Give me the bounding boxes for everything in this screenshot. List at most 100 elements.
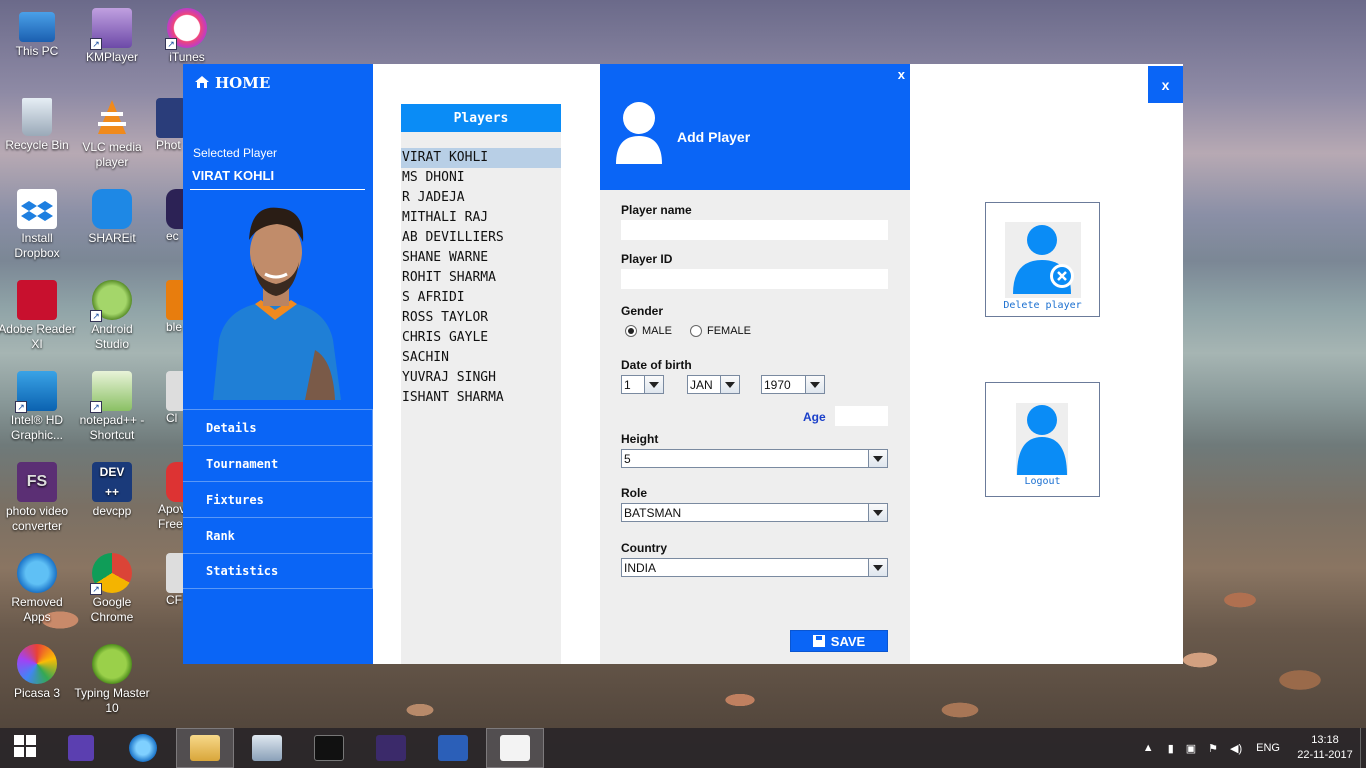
player-item[interactable]: SHANE WARNE: [401, 248, 561, 268]
desktop-icon-kmplayer[interactable]: ↗ KMPlayer: [73, 8, 151, 65]
language-indicator[interactable]: ENG: [1256, 742, 1280, 754]
player-id-label: Player ID: [621, 252, 673, 266]
taskbar-ie[interactable]: [114, 728, 172, 768]
chevron-up-icon[interactable]: ▲: [1143, 742, 1154, 754]
volume-icon[interactable]: ◀): [1230, 742, 1242, 755]
desktop-icon-adobe-reader[interactable]: Adobe Reader XI: [0, 280, 76, 352]
player-id-input[interactable]: [621, 269, 888, 289]
desktop-icon-typing-master[interactable]: Typing Master 10: [73, 644, 151, 716]
desktop-icon-devcpp[interactable]: DEV ++ devcpp: [73, 462, 151, 519]
clock[interactable]: 13:18 22-11-2017: [1290, 733, 1360, 763]
devcpp-icon: DEV ++: [92, 462, 132, 502]
battery-icon[interactable]: ▮: [1168, 742, 1174, 755]
nav-tournament[interactable]: Tournament: [183, 445, 373, 481]
taskbar-resource-monitor[interactable]: [238, 728, 296, 768]
user-avatar-icon: [614, 100, 664, 164]
desktop-icon-notepadpp[interactable]: ↗ notepad++ - Shortcut: [73, 371, 151, 443]
divider: [190, 189, 365, 190]
windows-logo-icon: [13, 734, 37, 763]
desktop-icon-itunes[interactable]: ↗ iTunes: [148, 8, 226, 65]
show-desktop[interactable]: [1360, 728, 1366, 768]
role-select[interactable]: BATSMAN: [621, 503, 888, 522]
java-icon: [500, 735, 530, 761]
taskbar-word[interactable]: [424, 728, 482, 768]
floppy-disk-icon: [812, 635, 825, 647]
dropbox-icon: [17, 189, 57, 229]
player-item[interactable]: ROSS TAYLOR: [401, 308, 561, 328]
player-name-input[interactable]: [621, 220, 888, 240]
player-item[interactable]: MS DHONI: [401, 168, 561, 188]
folder-icon: [190, 735, 220, 761]
player-list[interactable]: VIRAT KOHLI MS DHONI R JADEJA MITHALI RA…: [401, 148, 561, 408]
network-icon[interactable]: ▣: [1186, 742, 1196, 755]
chevron-down-icon: [720, 376, 739, 393]
taskbar-java[interactable]: [486, 728, 544, 768]
logout-user-icon: [1016, 403, 1068, 475]
chevron-down-icon: [868, 504, 887, 521]
dob-day-select[interactable]: 1: [621, 375, 664, 394]
taskbar-file-explorer[interactable]: [176, 728, 234, 768]
nav-details[interactable]: Details: [183, 409, 373, 445]
word-icon: [438, 735, 468, 761]
desktop-icon-picasa[interactable]: Picasa 3: [0, 644, 76, 701]
desktop-icon-partial[interactable]: Apov Free: [158, 462, 186, 532]
desktop-icon-shareit[interactable]: SHAREit: [73, 189, 151, 246]
player-item[interactable]: YUVRAJ SINGH: [401, 368, 561, 388]
taskbar-settings[interactable]: [52, 728, 110, 768]
desktop-icon-partial[interactable]: Phot: [156, 98, 186, 153]
role-label: Role: [621, 486, 648, 500]
desktop-icon-photo-video-converter[interactable]: FS photo video converter: [0, 462, 76, 534]
dob-year-select[interactable]: 1970: [761, 375, 825, 394]
add-player-title: Add Player: [677, 129, 751, 145]
desktop-icon-this-pc[interactable]: This PC: [0, 8, 76, 59]
window-close-button[interactable]: x: [1148, 66, 1183, 103]
panel-close-button[interactable]: x: [898, 67, 905, 82]
nav-rank[interactable]: Rank: [183, 517, 373, 553]
player-item[interactable]: ISHANT SHARMA: [401, 388, 561, 408]
player-item[interactable]: VIRAT KOHLI: [401, 148, 561, 168]
eclipse-icon: [376, 735, 406, 761]
desktop-icon-android-studio[interactable]: ↗ Android Studio: [73, 280, 151, 352]
country-select[interactable]: INDIA: [621, 558, 888, 577]
vlc-icon: [92, 98, 132, 138]
players-header: Players: [401, 104, 561, 132]
home-button[interactable]: HOME: [195, 74, 270, 92]
sidebar: HOME Selected Player VIRAT KOHLI Details…: [183, 64, 373, 664]
mysql-icon: [314, 735, 344, 761]
save-button[interactable]: SAVE: [790, 630, 888, 652]
gender-female-radio[interactable]: FEMALE: [690, 325, 751, 337]
desktop-icon-google-chrome[interactable]: ↗ Google Chrome: [73, 553, 151, 625]
player-item[interactable]: R JADEJA: [401, 188, 561, 208]
desktop-icon-install-dropbox[interactable]: Install Dropbox: [0, 189, 76, 261]
player-item[interactable]: SACHIN: [401, 348, 561, 368]
height-label: Height: [621, 432, 659, 446]
nav-statistics[interactable]: Statistics: [183, 553, 373, 589]
android-studio-icon: ↗: [90, 280, 132, 322]
taskbar: ▲ ▮ ▣ ⚑ ◀) ENG 13:18 22-11-2017: [0, 728, 1366, 768]
player-item[interactable]: AB DEVILLIERS: [401, 228, 561, 248]
age-input[interactable]: [835, 406, 888, 426]
desktop-icon-intel-graphics[interactable]: ↗ Intel® HD Graphic...: [0, 371, 76, 443]
nav-fixtures[interactable]: Fixtures: [183, 481, 373, 517]
taskbar-java-ee-ide[interactable]: [362, 728, 420, 768]
action-center-icon[interactable]: ⚑: [1208, 742, 1218, 755]
chrome-icon: ↗: [90, 553, 132, 595]
player-item[interactable]: MITHALI RAJ: [401, 208, 561, 228]
delete-player-button[interactable]: Delete player: [985, 202, 1100, 317]
desktop-icon-vlc[interactable]: VLC media player: [73, 98, 151, 170]
player-item[interactable]: S AFRIDI: [401, 288, 561, 308]
desktop-icon-recycle-bin[interactable]: Recycle Bin: [0, 98, 76, 153]
desktop-icon-removed-apps[interactable]: Removed Apps: [0, 553, 76, 625]
radio-dot: [690, 325, 702, 337]
player-item[interactable]: ROHIT SHARMA: [401, 268, 561, 288]
height-select[interactable]: 5: [621, 449, 888, 468]
taskbar-mysql[interactable]: [300, 728, 358, 768]
logout-button[interactable]: Logout: [985, 382, 1100, 497]
typing-master-icon: [92, 644, 132, 684]
player-item[interactable]: CHRIS GAYLE: [401, 328, 561, 348]
gender-male-radio[interactable]: MALE: [625, 325, 672, 337]
start-button[interactable]: [0, 728, 50, 768]
recycle-bin-icon: [22, 98, 52, 136]
shareit-icon: [92, 189, 132, 229]
dob-month-select[interactable]: JAN: [687, 375, 740, 394]
